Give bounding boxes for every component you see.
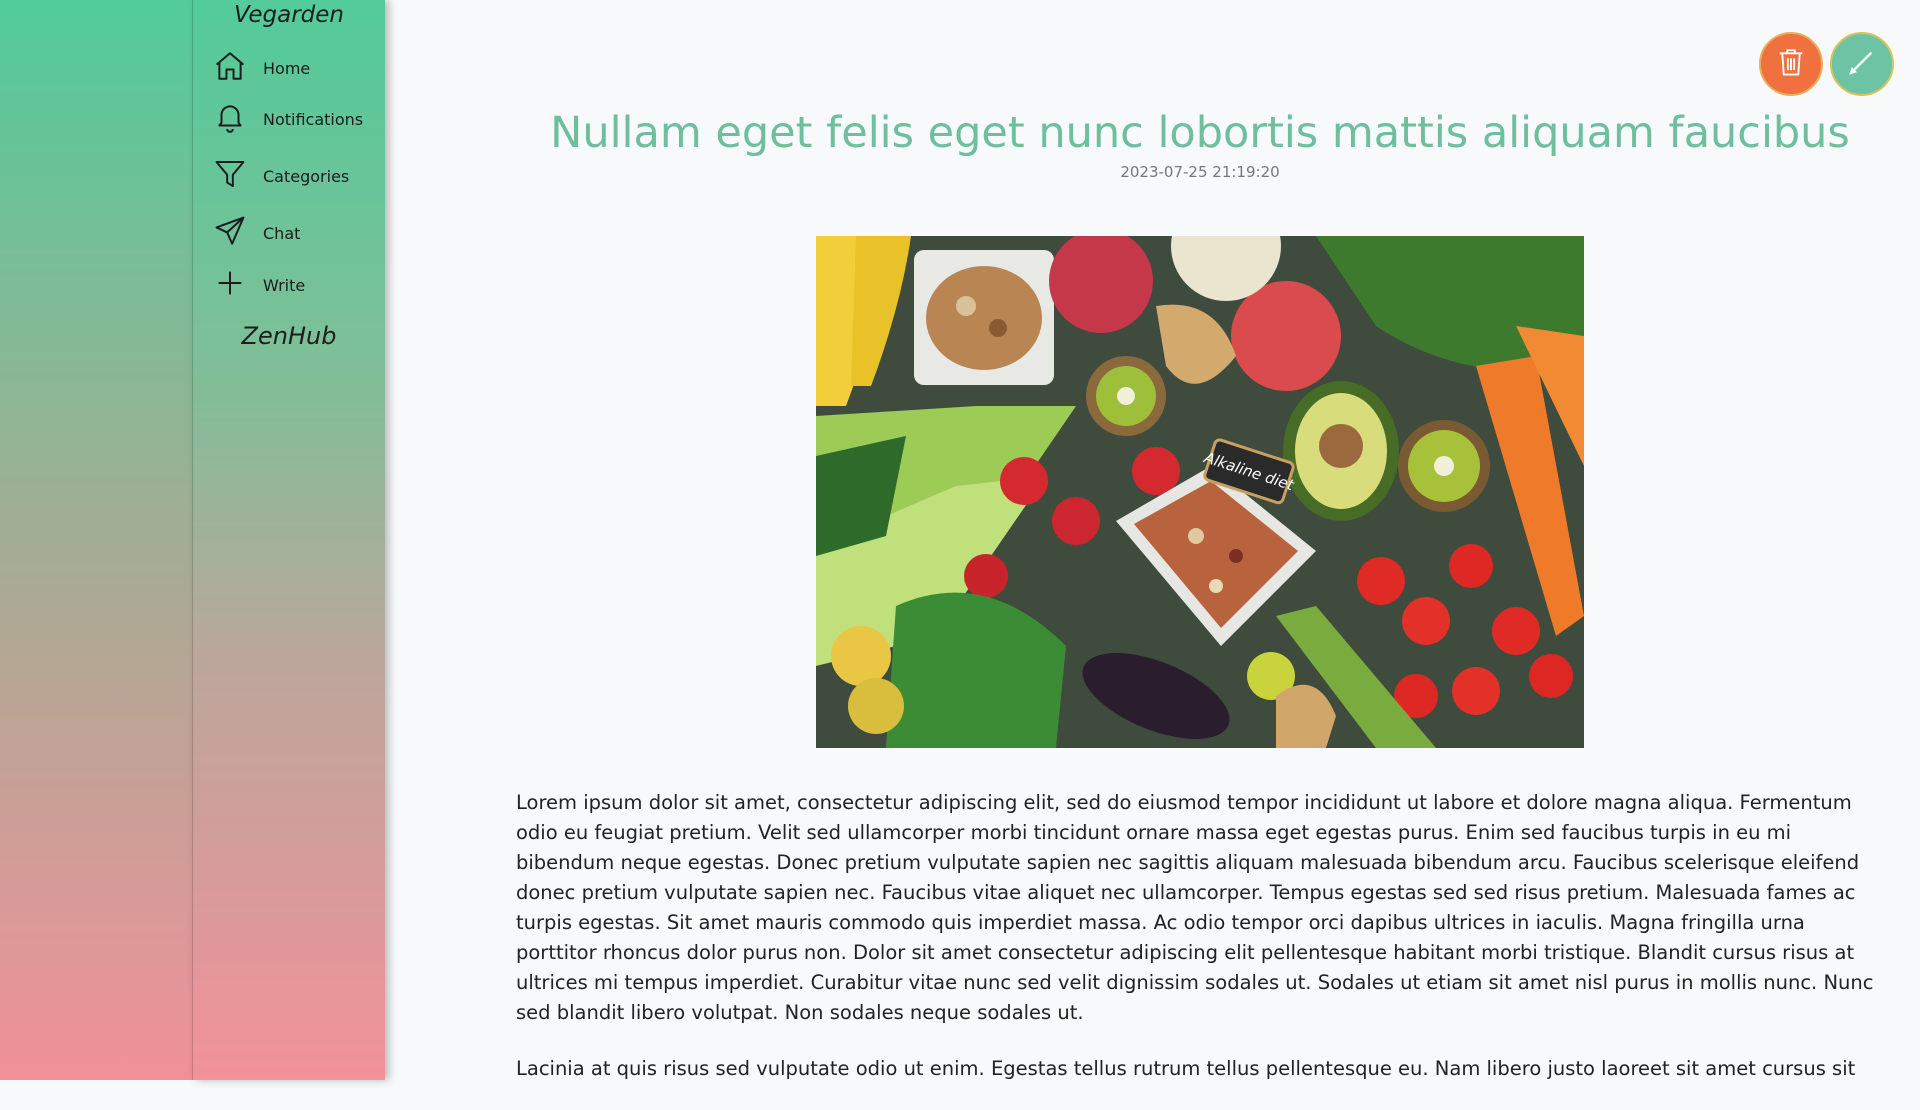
plus-icon xyxy=(213,266,247,304)
pencil-icon xyxy=(1846,46,1878,82)
sidebar-item-label: Notifications xyxy=(263,109,364,129)
post-body: Lorem ipsum dolor sit amet, consectetur … xyxy=(516,788,1882,1110)
send-icon xyxy=(213,214,247,252)
sidebar-item-label: Home xyxy=(263,58,311,78)
delete-button[interactable] xyxy=(1759,32,1823,96)
sidebar: Vegarden Home Notifications Categories C… xyxy=(192,0,385,1080)
brand-logo[interactable]: Vegarden xyxy=(193,2,385,28)
post-hero-image: Alkaline diet xyxy=(816,236,1584,748)
post-title: Nullam eget felis eget nunc lobortis mat… xyxy=(550,108,1850,158)
post-date: 2023-07-25 21:19:20 xyxy=(1120,163,1280,181)
bell-icon xyxy=(213,100,247,138)
trash-icon xyxy=(1776,45,1806,83)
sidebar-item-chat[interactable]: Chat xyxy=(213,213,300,253)
sidebar-item-label: Chat xyxy=(263,223,301,243)
sidebar-item-home[interactable]: Home xyxy=(213,48,310,88)
sidebar-item-label: Write xyxy=(263,275,306,295)
sidebar-item-label: Categories xyxy=(263,166,350,186)
sidebar-item-write[interactable]: Write xyxy=(213,265,305,305)
home-icon xyxy=(213,49,247,87)
post-paragraph: Lorem ipsum dolor sit amet, consectetur … xyxy=(516,791,1874,1024)
filter-icon xyxy=(213,157,247,195)
edit-button[interactable] xyxy=(1830,32,1894,96)
sidebar-item-categories[interactable]: Categories xyxy=(213,156,349,196)
sidebar-item-notifications[interactable]: Notifications xyxy=(213,99,363,139)
footer-brand: ZenHub xyxy=(241,322,337,350)
left-gradient-panel xyxy=(0,0,192,1080)
